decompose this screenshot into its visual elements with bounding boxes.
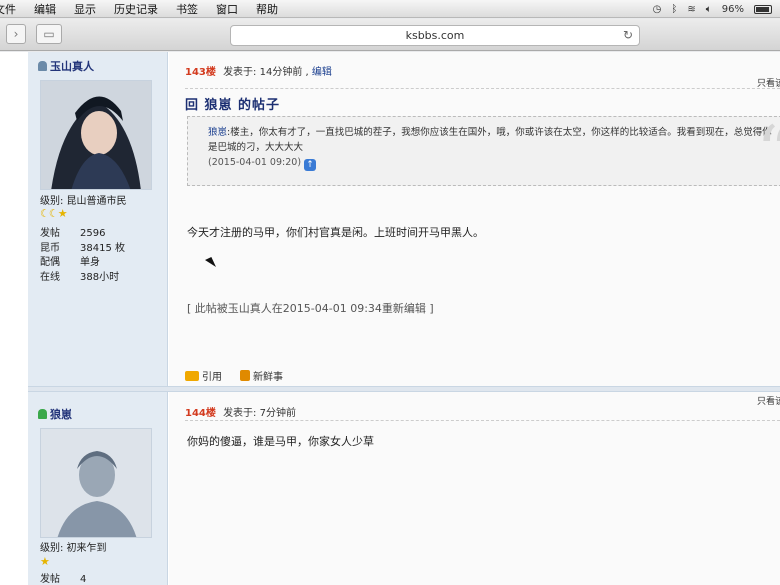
stat-row: 配偶 单身: [40, 257, 100, 268]
menu-window[interactable]: 窗口: [216, 1, 238, 17]
share-icon: [240, 370, 250, 381]
chevron-right-icon: ›: [13, 27, 19, 41]
post2-avatar[interactable]: [40, 428, 152, 538]
post1-meta: 143楼 发表于: 14分钟前 , 编辑: [185, 67, 332, 78]
floor-number[interactable]: 143楼: [185, 67, 216, 78]
edit-note: [ 此帖被玉山真人在2015-04-01 09:34重新编辑 ]: [187, 302, 434, 315]
stat-row: 昆币 38415 枚: [40, 242, 125, 254]
divider: [185, 88, 780, 89]
post1-username[interactable]: 玉山真人: [38, 58, 94, 74]
menu-file[interactable]: 文件: [0, 1, 16, 17]
menu-help[interactable]: 帮助: [256, 1, 278, 17]
wifi-icon[interactable]: ≋: [687, 4, 695, 15]
post1-body: 今天才注册的马甲，你们村官真是闲。上班时间开马甲黑人。: [187, 226, 484, 239]
quote-text: :楼主，你太有才了，一直找巴城的茬子，我想你应该生在国外，哦，你或许该在太空，你…: [208, 127, 772, 153]
post-content-area: 143楼 发表于: 14分钟前 , 编辑 只看该 回 狼崽 的帖子 狼崽:楼主，…: [169, 52, 780, 585]
post-time: 发表于: 14分钟前: [223, 67, 303, 78]
quote-block: 狼崽:楼主，你太有才了，一直找巴城的茬子，我想你应该生在国外，哦，你或许该在太空…: [187, 116, 780, 187]
url-text: ksbbs.com: [405, 29, 465, 42]
post-actions: 引用 新鲜事: [185, 368, 283, 383]
post2-body: 你妈的傻逼，谁是马甲，你家女人少草: [187, 435, 374, 448]
user-icon: [38, 61, 47, 71]
battery-percent: 96%: [721, 3, 744, 15]
quote-button[interactable]: 引用: [185, 368, 222, 383]
post2-rank-stars: ★: [40, 555, 50, 568]
menu-edit[interactable]: 编辑: [34, 1, 56, 17]
quote-icon: [185, 371, 199, 381]
post2-stats: 发帖 4: [40, 573, 86, 585]
post-time: 发表于: 7分钟前: [223, 408, 296, 419]
post2-meta: 144楼 发表于: 7分钟前: [185, 404, 296, 419]
browser-toolbar: › ▭ ksbbs.com ↻: [0, 19, 780, 51]
post2-level: 级别: 初来乍到: [40, 543, 107, 554]
menu-bar: 文件 编辑 显示 历史记录 书签 窗口 帮助 ◷ ᛒ ≋ 🔈︎ 96%: [0, 0, 780, 18]
stat-row: 在线 388小时: [40, 271, 120, 283]
post1-rank-stars: ☾☾★: [40, 207, 68, 220]
share-button[interactable]: 新鲜事: [240, 368, 283, 383]
moon-icon: ☾: [48, 207, 59, 220]
post-title: 回 狼崽 的帖子: [185, 98, 281, 113]
star-icon: ★: [40, 555, 50, 568]
floor-number[interactable]: 144楼: [185, 408, 216, 419]
jump-to-post-icon[interactable]: ↑: [304, 159, 317, 171]
volume-icon[interactable]: 🔈︎: [706, 4, 712, 15]
post1-stats: 发帖 2596 昆币 38415 枚 配偶 单身 在线 388小时: [40, 227, 125, 285]
star-icon: ★: [57, 207, 68, 220]
reload-icon[interactable]: ↻: [623, 26, 633, 45]
moon-icon: ☾: [40, 207, 50, 220]
stat-row: 发帖 4: [40, 574, 87, 585]
bluetooth-icon[interactable]: ᛒ: [671, 4, 677, 15]
sidebar-toggle-button[interactable]: ▭: [36, 24, 62, 44]
menu-view[interactable]: 显示: [74, 1, 96, 17]
edit-link[interactable]: 编辑: [312, 67, 332, 78]
sidebar-icon: ▭: [43, 27, 55, 41]
address-bar[interactable]: ksbbs.com ↻: [230, 25, 640, 46]
menu-bookmarks[interactable]: 书签: [176, 1, 198, 17]
quote-mark-icon: “: [756, 117, 780, 187]
divider: [185, 420, 780, 421]
status-area: ◷ ᛒ ≋ 🔈︎ 96%: [653, 0, 772, 18]
time-machine-icon[interactable]: ◷: [653, 4, 662, 15]
menu-history[interactable]: 历史记录: [114, 1, 158, 17]
post-separator: [28, 386, 780, 392]
forward-button[interactable]: ›: [6, 24, 26, 44]
post1-avatar[interactable]: [40, 80, 152, 190]
stat-row: 发帖 2596: [40, 228, 106, 239]
only-view-link[interactable]: 只看该: [757, 394, 780, 407]
user-icon: [38, 409, 47, 419]
user-sidebar: 玉山真人 级别: 昆山普通市民 ☾☾★ 发帖 2596 昆币 38415 枚 配偶单…: [28, 52, 168, 585]
battery-icon[interactable]: [754, 4, 772, 14]
quote-time: (2015-04-01 09:20): [208, 157, 302, 168]
quote-author[interactable]: 狼崽: [208, 127, 227, 138]
avatar-image: [41, 81, 151, 189]
default-avatar-image: [41, 429, 151, 537]
post2-username[interactable]: 狼崽: [38, 406, 72, 422]
forum-page: 玉山真人 级别: 昆山普通市民 ☾☾★ 发帖 2596 昆币 38415 枚 配偶单…: [0, 52, 780, 585]
